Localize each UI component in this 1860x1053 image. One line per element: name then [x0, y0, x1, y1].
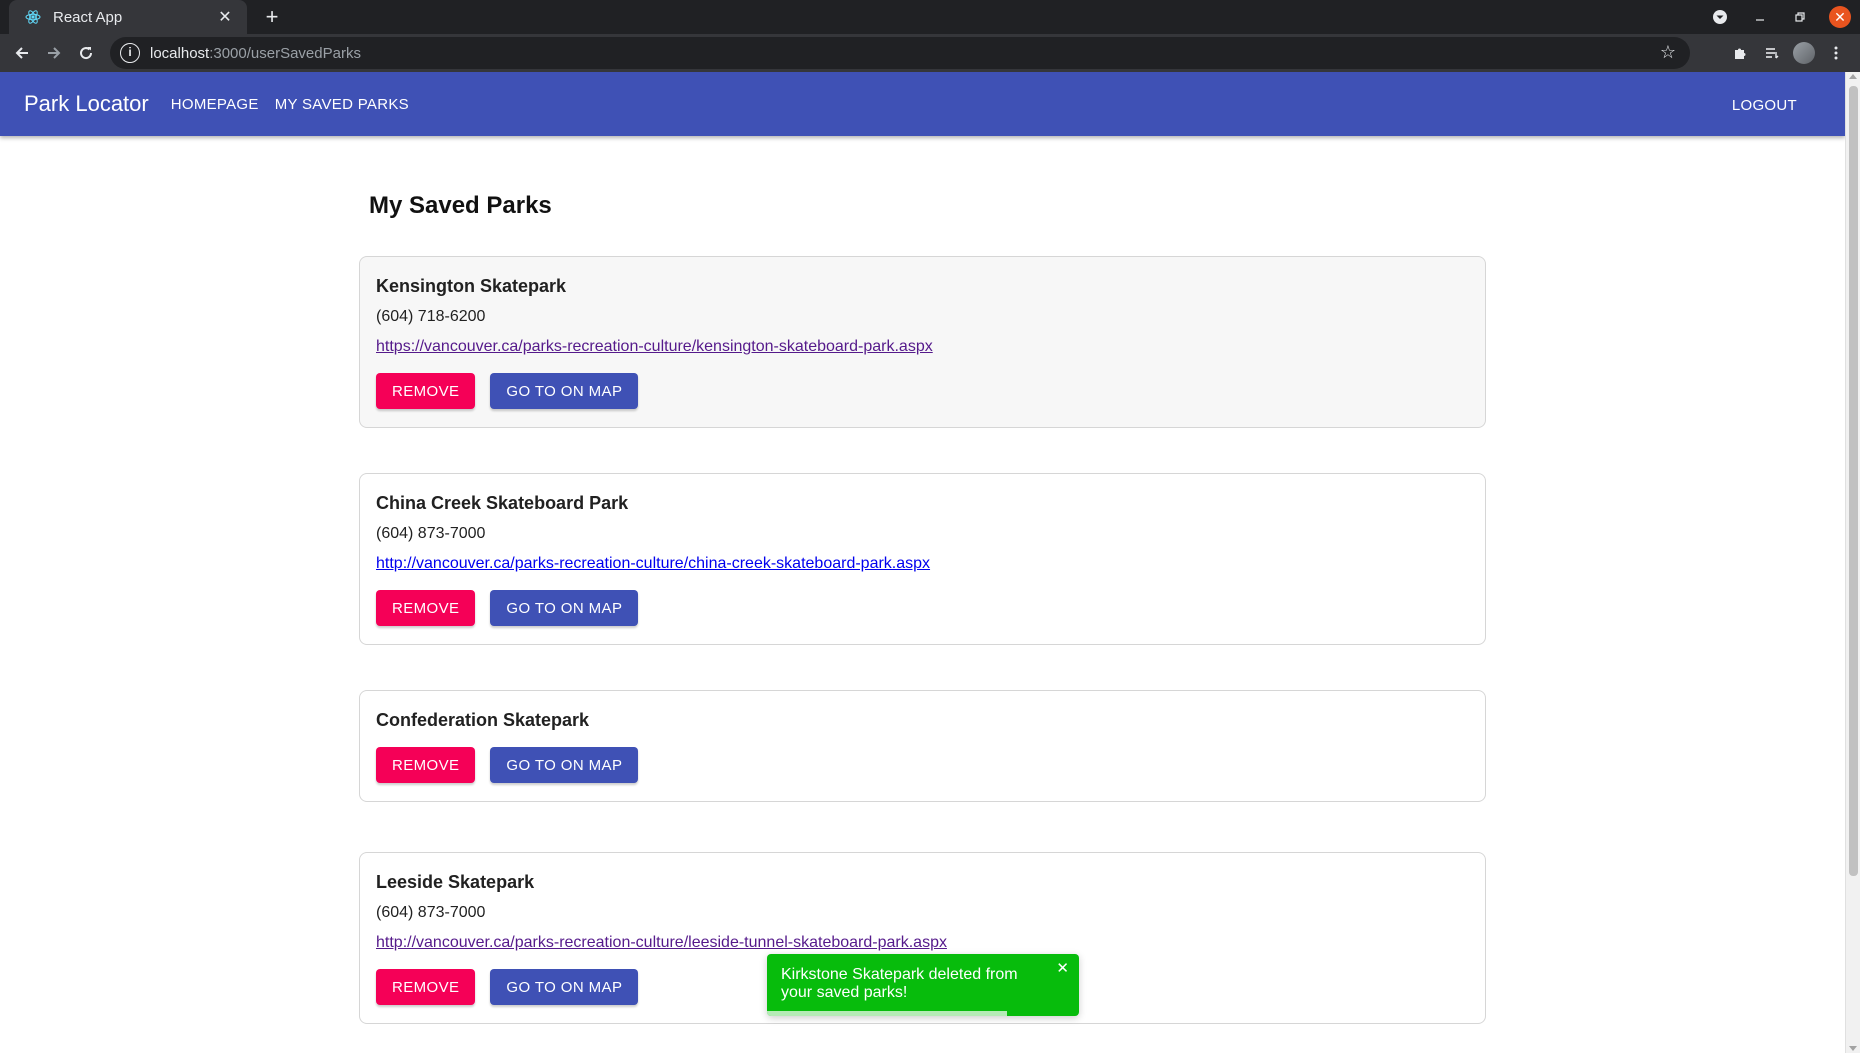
url-path: :3000/userSavedParks	[209, 44, 361, 62]
scroll-up-arrow-icon[interactable]	[1849, 74, 1857, 79]
browser-toolbar: i localhost:3000/userSavedParks ☆	[0, 34, 1860, 72]
url-host: localhost	[150, 44, 210, 62]
browser-tab[interactable]: React App ✕	[9, 0, 247, 34]
card-actions: REMOVE GO TO ON MAP	[376, 590, 1469, 626]
toast-message: Kirkstone Skatepark deleted from your sa…	[781, 966, 1018, 1001]
bookmark-star-icon[interactable]: ☆	[1660, 42, 1676, 63]
logout-button[interactable]: LOGOUT	[1724, 91, 1805, 120]
brand-title[interactable]: Park Locator	[24, 91, 149, 117]
tab-title: React App	[53, 8, 123, 26]
close-window-button[interactable]: ✕	[1820, 0, 1860, 34]
remove-button[interactable]: REMOVE	[376, 373, 476, 409]
window-controls: ✕	[1700, 0, 1860, 34]
scrollbar-thumb[interactable]	[1849, 86, 1858, 876]
go-to-map-button[interactable]: GO TO ON MAP	[490, 590, 639, 626]
nav-my-saved-parks[interactable]: MY SAVED PARKS	[267, 90, 417, 119]
card-actions: REMOVE GO TO ON MAP	[376, 747, 1469, 783]
go-to-map-button[interactable]: GO TO ON MAP	[490, 969, 639, 1005]
park-name: Confederation Skatepark	[376, 710, 590, 730]
park-card: China Creek Skateboard Park (604) 873-70…	[359, 473, 1486, 645]
kebab-menu-icon[interactable]	[1820, 37, 1852, 69]
reading-list-icon[interactable]	[1756, 37, 1788, 69]
park-website-link[interactable]: https://vancouver.ca/parks-recreation-cu…	[376, 337, 1469, 357]
park-card: Kensington Skatepark (604) 718-6200 http…	[359, 256, 1486, 428]
remove-button[interactable]: REMOVE	[376, 590, 476, 626]
tab-close-icon[interactable]: ✕	[215, 7, 235, 27]
nav-homepage[interactable]: HOMEPAGE	[163, 90, 267, 119]
site-info-icon[interactable]: i	[120, 43, 140, 63]
chrome-menu-dropdown-icon[interactable]	[1700, 0, 1740, 34]
vertical-scrollbar[interactable]	[1845, 72, 1860, 1053]
remove-button[interactable]: REMOVE	[376, 969, 476, 1005]
park-website-link[interactable]: http://vancouver.ca/parks-recreation-cul…	[376, 933, 1469, 953]
page-title: My Saved Parks	[369, 192, 552, 219]
park-website-link[interactable]: http://vancouver.ca/parks-recreation-cul…	[376, 554, 1469, 574]
new-tab-button[interactable]: +	[259, 4, 285, 30]
minimize-icon[interactable]	[1740, 0, 1780, 34]
forward-arrow-icon[interactable]	[38, 37, 70, 69]
react-icon	[25, 9, 41, 25]
profile-avatar[interactable]	[1793, 42, 1815, 64]
go-to-map-button[interactable]: GO TO ON MAP	[490, 373, 639, 409]
extensions-puzzle-icon[interactable]	[1724, 37, 1756, 69]
park-name: Leeside Skatepark	[376, 872, 535, 892]
toast-close-icon[interactable]: ✕	[1056, 960, 1069, 978]
restore-icon[interactable]	[1780, 0, 1820, 34]
toast-notification[interactable]: Kirkstone Skatepark deleted from your sa…	[767, 954, 1079, 1016]
go-to-map-button[interactable]: GO TO ON MAP	[490, 747, 639, 783]
page-viewport: Park Locator HOMEPAGE MY SAVED PARKS LOG…	[0, 72, 1860, 1053]
park-card: Confederation Skatepark REMOVE GO TO ON …	[359, 690, 1486, 802]
toolbar-actions	[1724, 37, 1852, 69]
park-phone: (604) 873-7000	[376, 525, 486, 542]
reload-icon[interactable]	[70, 37, 102, 69]
park-phone: (604) 718-6200	[376, 308, 486, 325]
address-bar[interactable]: i localhost:3000/userSavedParks ☆	[110, 37, 1690, 69]
park-phone: (604) 873-7000	[376, 904, 486, 921]
card-actions: REMOVE GO TO ON MAP	[376, 373, 1469, 409]
browser-tabstrip: React App ✕ + ✕	[0, 0, 1860, 34]
park-name: Kensington Skatepark	[376, 276, 567, 296]
remove-button[interactable]: REMOVE	[376, 747, 476, 783]
back-arrow-icon[interactable]	[6, 37, 38, 69]
app-bar: Park Locator HOMEPAGE MY SAVED PARKS LOG…	[0, 72, 1845, 136]
park-name: China Creek Skateboard Park	[376, 493, 629, 513]
toast-progress-bar	[767, 1011, 1008, 1016]
scroll-down-arrow-icon[interactable]	[1849, 1046, 1857, 1051]
close-icon: ✕	[1829, 6, 1851, 28]
